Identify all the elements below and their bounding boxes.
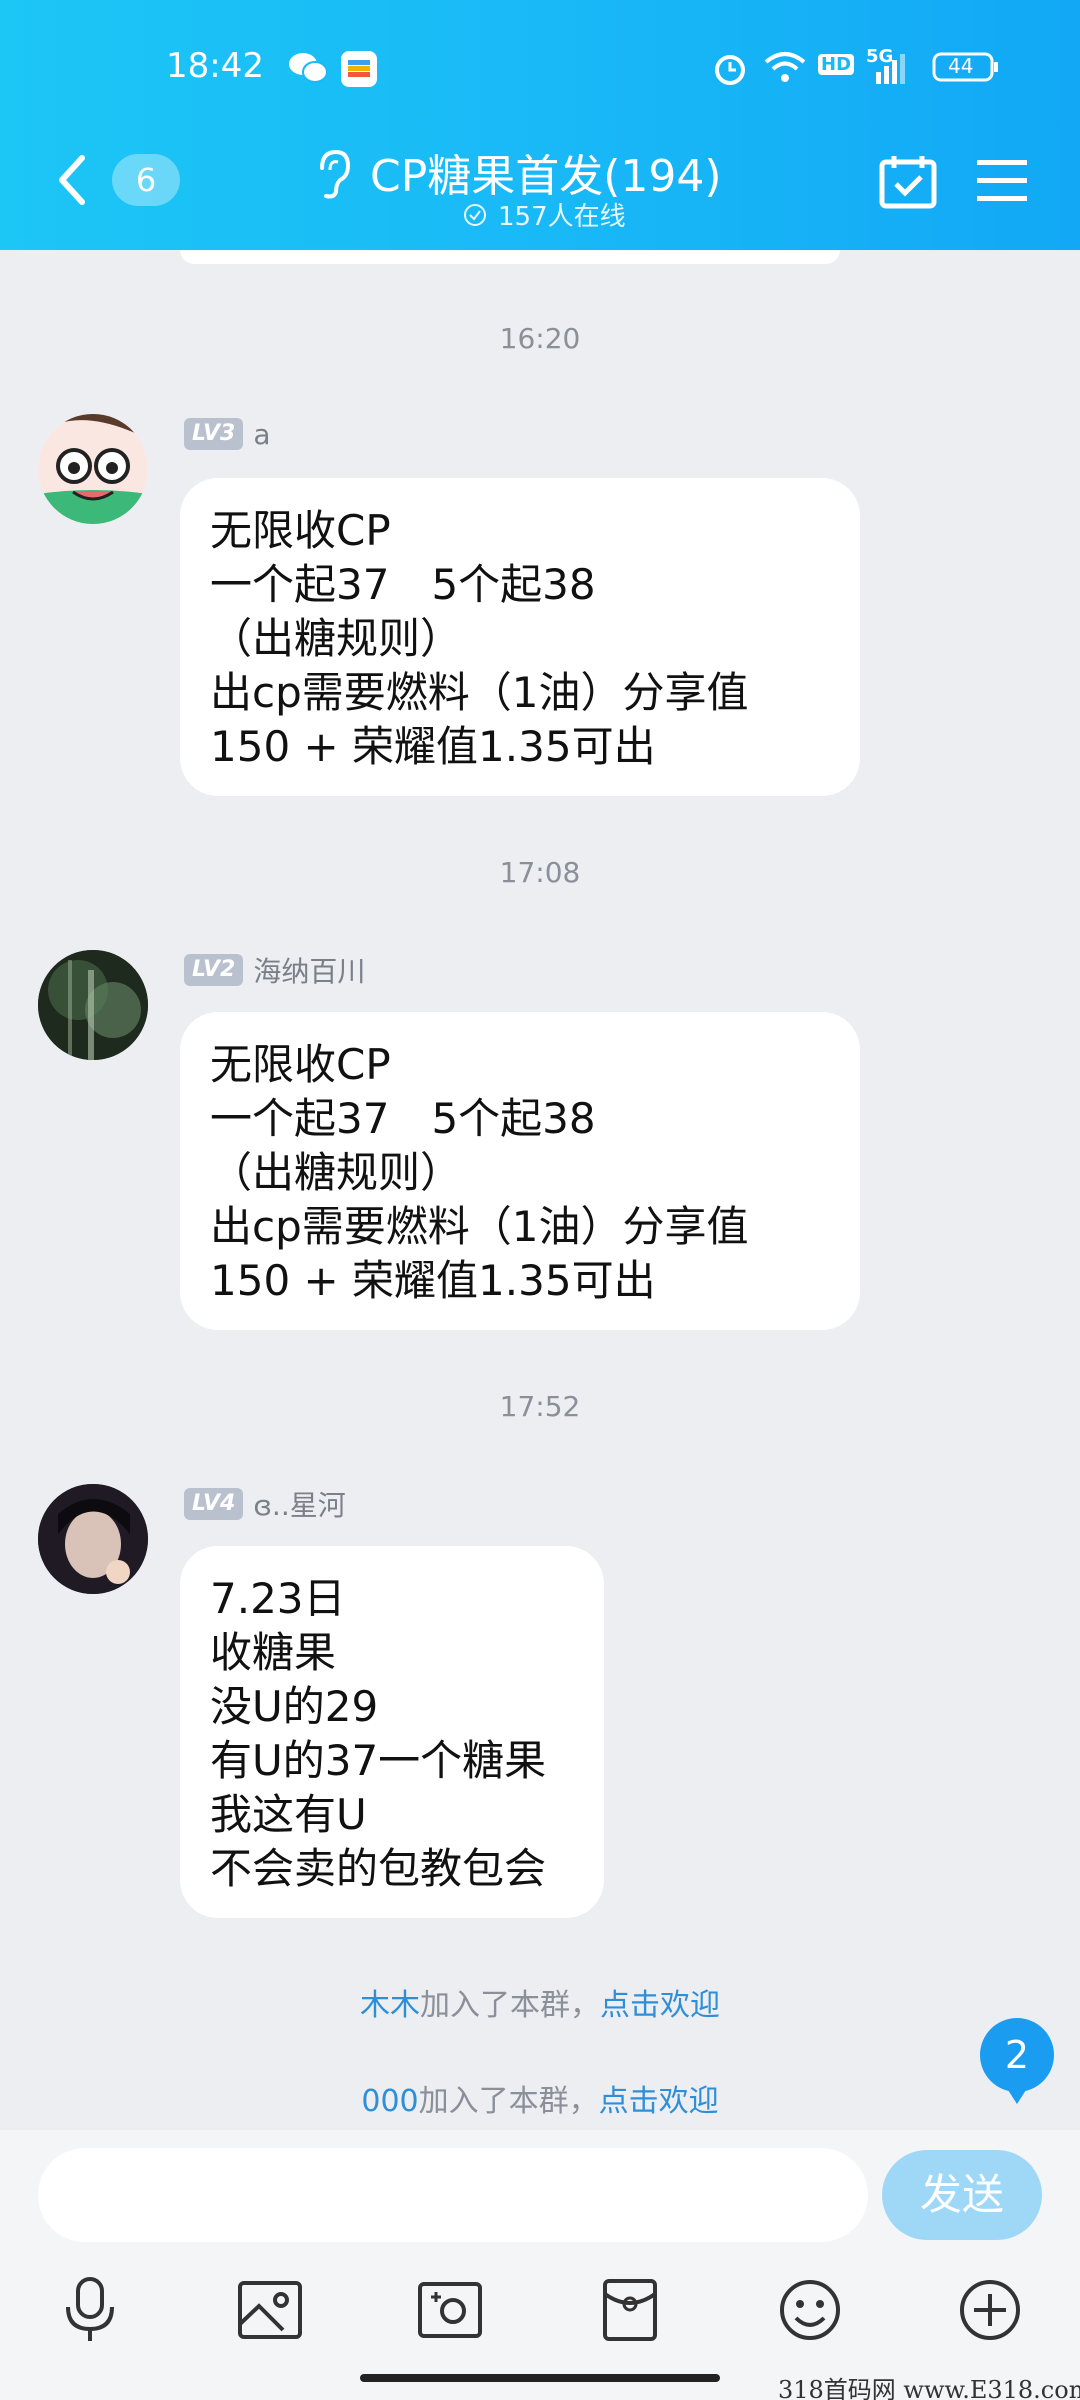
message-timestamp: 17:08: [499, 856, 581, 889]
chat-area[interactable]: 16:20 LV3 a 无限收CP 一个起37 5个起38 （出糖规则） 出cp…: [0, 250, 1080, 2130]
hd-indicator: HD: [818, 54, 855, 75]
battery-level: 44: [948, 54, 974, 78]
join-notice: 木木加入了本群，点击欢迎: [0, 1980, 1080, 2024]
message-bubble[interactable]: 无限收CP 一个起37 5个起38 （出糖规则） 出cp需要燃料（1油）分享值 …: [180, 478, 860, 796]
sender-line: LV2 海纳百川: [184, 950, 365, 990]
calendar-check-icon[interactable]: [878, 154, 938, 214]
sender-line: LV4 ɞ..星河: [184, 1484, 346, 1524]
avatar[interactable]: [38, 414, 148, 524]
message-input[interactable]: [38, 2148, 868, 2242]
sender-name[interactable]: ɞ..星河: [253, 1484, 345, 1524]
wifi-icon: [764, 50, 806, 88]
ear-icon: [312, 148, 352, 204]
previous-message-bubble: [180, 250, 840, 264]
level-badge: LV3: [184, 418, 244, 450]
microphone-icon[interactable]: [50, 2270, 130, 2350]
site-watermark: 318首码网 www.E318.com: [778, 2376, 1080, 2400]
back-button[interactable]: [52, 150, 102, 210]
input-bar: 发送: [0, 2130, 1080, 2400]
unread-chats-badge[interactable]: 6: [112, 154, 180, 206]
sender-name[interactable]: 海纳百川: [253, 950, 365, 990]
welcome-link[interactable]: 点击欢迎: [599, 2084, 719, 2119]
join-notice-text: 加入了本群，: [418, 2084, 599, 2119]
menu-icon[interactable]: [975, 158, 1029, 208]
wechat-icon: [288, 50, 328, 90]
status-time: 18:42: [166, 46, 264, 86]
welcome-link[interactable]: 点击欢迎: [600, 1988, 720, 2023]
level-badge: LV4: [184, 1488, 244, 1520]
avatar[interactable]: [38, 950, 148, 1060]
top-bar: 18:42 HD 5G 44 6 CP糖果首发(194) 157人在线: [0, 0, 1080, 250]
emoji-icon[interactable]: [770, 2270, 850, 2350]
image-icon[interactable]: [230, 2270, 310, 2350]
home-indicator[interactable]: [360, 2374, 720, 2382]
message-timestamp: 17:52: [499, 1390, 581, 1423]
online-count: 157人在线: [498, 202, 626, 232]
red-packet-icon[interactable]: [590, 2270, 670, 2350]
camera-icon[interactable]: [410, 2270, 490, 2350]
header: 6 CP糖果首发(194) 157人在线: [0, 140, 1080, 250]
signal-icon: [868, 54, 908, 88]
level-badge: LV2: [184, 954, 244, 986]
send-button[interactable]: 发送: [882, 2150, 1042, 2240]
joined-user-link[interactable]: 000: [361, 2084, 418, 2119]
join-notice-text: 加入了本群，: [420, 1988, 600, 2023]
sender-line: LV3 a: [184, 414, 271, 454]
message-bubble[interactable]: 7.23日 收糖果 没U的29 有U的37一个糖果 我这有U 不会卖的包教包会: [180, 1546, 604, 1918]
sender-name[interactable]: a: [253, 418, 270, 451]
joined-user-link[interactable]: 木木: [360, 1988, 420, 2023]
new-messages-badge[interactable]: 2: [980, 2018, 1054, 2104]
plus-icon[interactable]: [950, 2270, 1030, 2350]
status-bar: 18:42 HD 5G 44: [0, 40, 1080, 100]
join-notice: 000加入了本群，点击欢迎: [0, 2076, 1080, 2120]
avatar[interactable]: [38, 1484, 148, 1594]
title-area[interactable]: CP糖果首发(194) 157人在线: [300, 140, 780, 250]
alarm-icon: [712, 50, 748, 90]
message-timestamp: 16:20: [499, 322, 581, 355]
online-check-icon: [462, 202, 488, 232]
wallet-app-icon: [340, 50, 378, 92]
group-title: CP糖果首发(194): [370, 151, 722, 202]
message-bubble[interactable]: 无限收CP 一个起37 5个起38 （出糖规则） 出cp需要燃料（1油）分享值 …: [180, 1012, 860, 1330]
